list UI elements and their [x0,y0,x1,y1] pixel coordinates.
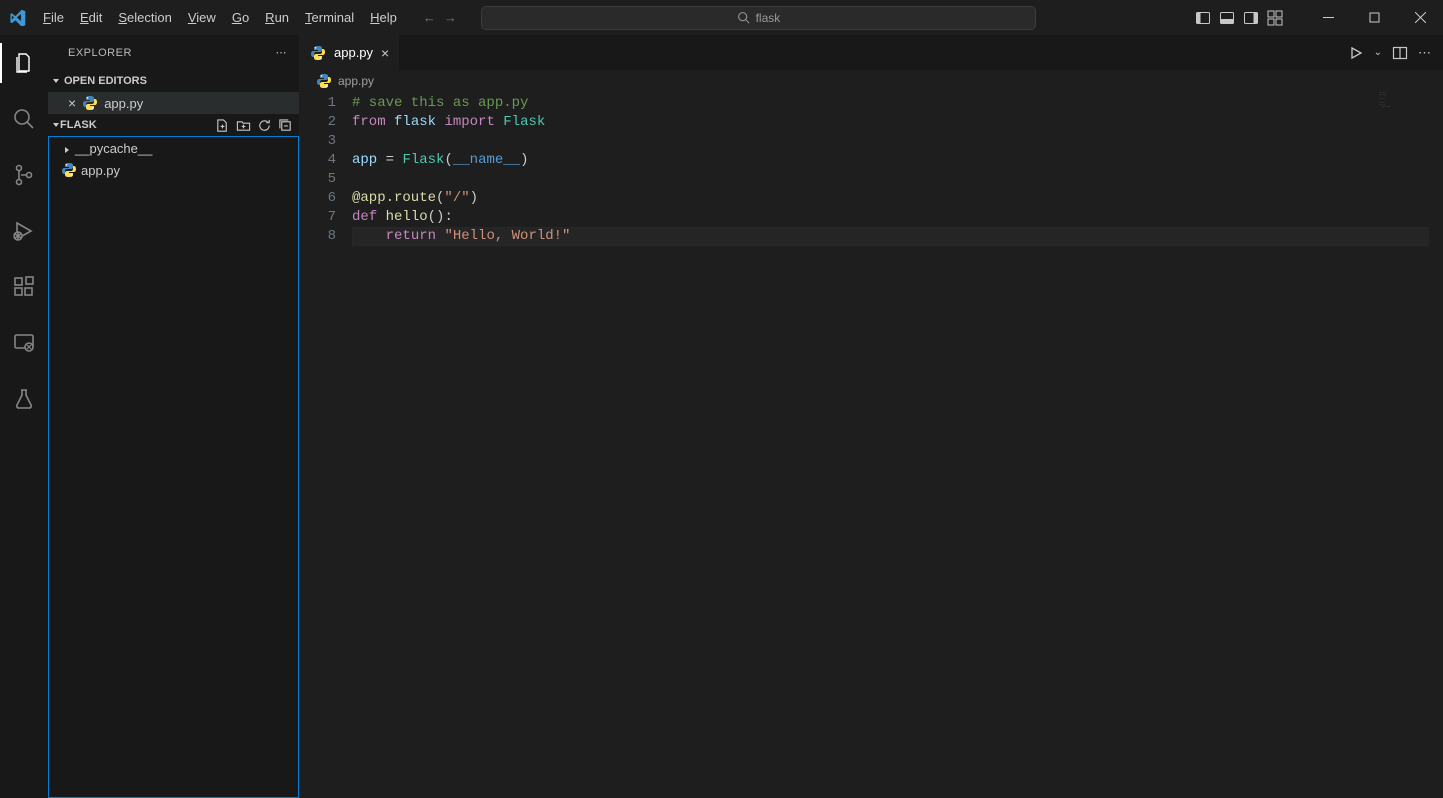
menu-view[interactable]: View [180,0,224,35]
customize-layout-icon[interactable] [1265,8,1285,28]
menu-edit[interactable]: Edit [72,0,110,35]
code-line[interactable]: from flask import Flask [352,113,1443,132]
vertical-scrollbar[interactable] [1429,92,1443,798]
tree-file[interactable]: app.py [49,159,298,181]
tab-bar: app.py × ⌄ ⋯ [300,35,1443,70]
activity-source-control-icon[interactable] [0,155,48,195]
open-editor-name: app.py [104,96,143,111]
sidebar-more-icon[interactable]: ⋯ [276,46,288,59]
tab-close-icon[interactable]: × [381,45,389,61]
menu-go[interactable]: Go [224,0,257,35]
code-content[interactable]: # save this as app.pyfrom flask import F… [352,92,1443,798]
open-editors-section-header[interactable]: OPEN EDITORS [48,70,299,92]
window-maximize-button[interactable] [1351,0,1397,35]
breadcrumb[interactable]: app.py [300,70,1443,92]
vscode-logo-icon [0,9,35,26]
toggle-secondary-sidebar-icon[interactable] [1241,8,1261,28]
code-line[interactable]: app = Flask(__name__) [352,151,1443,170]
new-folder-icon[interactable] [236,118,251,133]
layout-controls [1193,8,1285,28]
run-file-icon[interactable] [1348,45,1364,61]
sidebar: EXPLORER ⋯ OPEN EDITORS × app.py FLASK _… [48,35,300,798]
menu-selection[interactable]: Selection [110,0,179,35]
sidebar-title: EXPLORER [68,47,132,59]
activity-run-debug-icon[interactable] [0,211,48,251]
minimap[interactable]: ▬▬▬▬▬▬▬ ▬▬▬▬▬ ▬▬▬▬▬▬▬▬ ▬▬ ▬▬▬ ▬▬▬ [1379,92,1429,152]
python-file-icon [316,73,332,89]
code-editor[interactable]: 12345678 # save this as app.pyfrom flask… [300,92,1443,798]
split-editor-icon[interactable] [1392,45,1408,61]
menu-bar: FileEditSelectionViewGoRunTerminalHelp [35,0,405,35]
editor-tab[interactable]: app.py × [300,35,400,70]
line-number-gutter: 12345678 [300,92,352,798]
collapse-all-icon[interactable] [278,118,293,133]
toggle-primary-sidebar-icon[interactable] [1193,8,1213,28]
python-file-icon [82,95,98,111]
menu-file[interactable]: File [35,0,72,35]
activity-search-icon[interactable] [0,99,48,139]
python-file-icon [310,45,326,61]
tree-folder[interactable]: __pycache__ [49,137,298,159]
file-tree: __pycache__app.py [48,136,299,798]
activity-testing-icon[interactable] [0,379,48,419]
search-icon [737,11,750,24]
editor-area: app.py × ⌄ ⋯ app.py 12345678 # save this… [300,35,1443,798]
code-line[interactable]: return "Hello, World!" [352,227,1443,246]
code-line[interactable] [352,132,1443,151]
menu-terminal[interactable]: Terminal [297,0,362,35]
breadcrumb-file: app.py [338,74,374,88]
nav-back-icon[interactable]: ← [423,10,436,25]
code-line[interactable]: def hello(): [352,208,1443,227]
close-editor-icon[interactable]: × [68,95,76,111]
toggle-panel-icon[interactable] [1217,8,1237,28]
window-minimize-button[interactable] [1305,0,1351,35]
activity-extensions-icon[interactable] [0,267,48,307]
search-text: flask [756,11,781,25]
open-editor-item[interactable]: × app.py [48,92,299,114]
command-center-search[interactable]: flask [481,6,1036,30]
editor-more-icon[interactable]: ⋯ [1418,45,1431,61]
tab-label: app.py [334,45,373,60]
run-dropdown-icon[interactable]: ⌄ [1374,47,1382,58]
refresh-icon[interactable] [257,118,272,133]
code-line[interactable] [352,170,1443,189]
activity-remote-explorer-icon[interactable] [0,323,48,363]
titlebar: FileEditSelectionViewGoRunTerminalHelp ←… [0,0,1443,35]
window-close-button[interactable] [1397,0,1443,35]
folder-section-header[interactable]: FLASK [48,114,299,136]
menu-help[interactable]: Help [362,0,405,35]
new-file-icon[interactable] [215,118,230,133]
code-line[interactable]: @app.route("/") [352,189,1443,208]
menu-run[interactable]: Run [257,0,297,35]
activity-explorer-icon[interactable] [0,43,48,83]
nav-buttons: ← → [423,10,457,25]
code-line[interactable]: # save this as app.py [352,94,1443,113]
nav-forward-icon[interactable]: → [444,10,457,25]
activity-bar [0,35,48,798]
